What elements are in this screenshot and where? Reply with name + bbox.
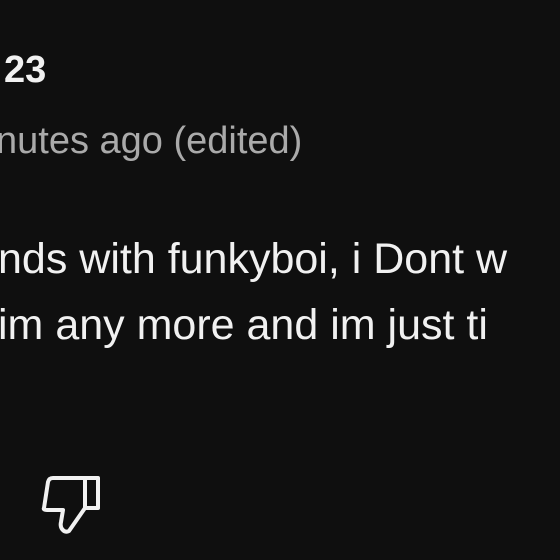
comment-meta: nutes ago (edited) [0,116,302,166]
comment-author-text: 23 [4,49,47,91]
thumbs-down-icon [41,476,100,534]
comment-body: nds with funkyboi, i Dont w im any more … [0,226,507,358]
comment-edited-label: (edited) [173,120,303,162]
app-viewport: 23 nutes ago (edited) nds with funkyboi,… [0,0,560,560]
comment-actions [38,474,108,538]
comment-body-line-1: nds with funkyboi, i Dont w [0,235,508,283]
comment-item: 23 nutes ago (edited) nds with funkyboi,… [0,0,560,560]
dislike-button[interactable] [38,474,104,536]
comment-author[interactable]: 23 [4,46,46,94]
comment-timestamp[interactable]: nutes ago [0,120,163,162]
comment-body-line-2: im any more and im just ti [0,301,488,349]
